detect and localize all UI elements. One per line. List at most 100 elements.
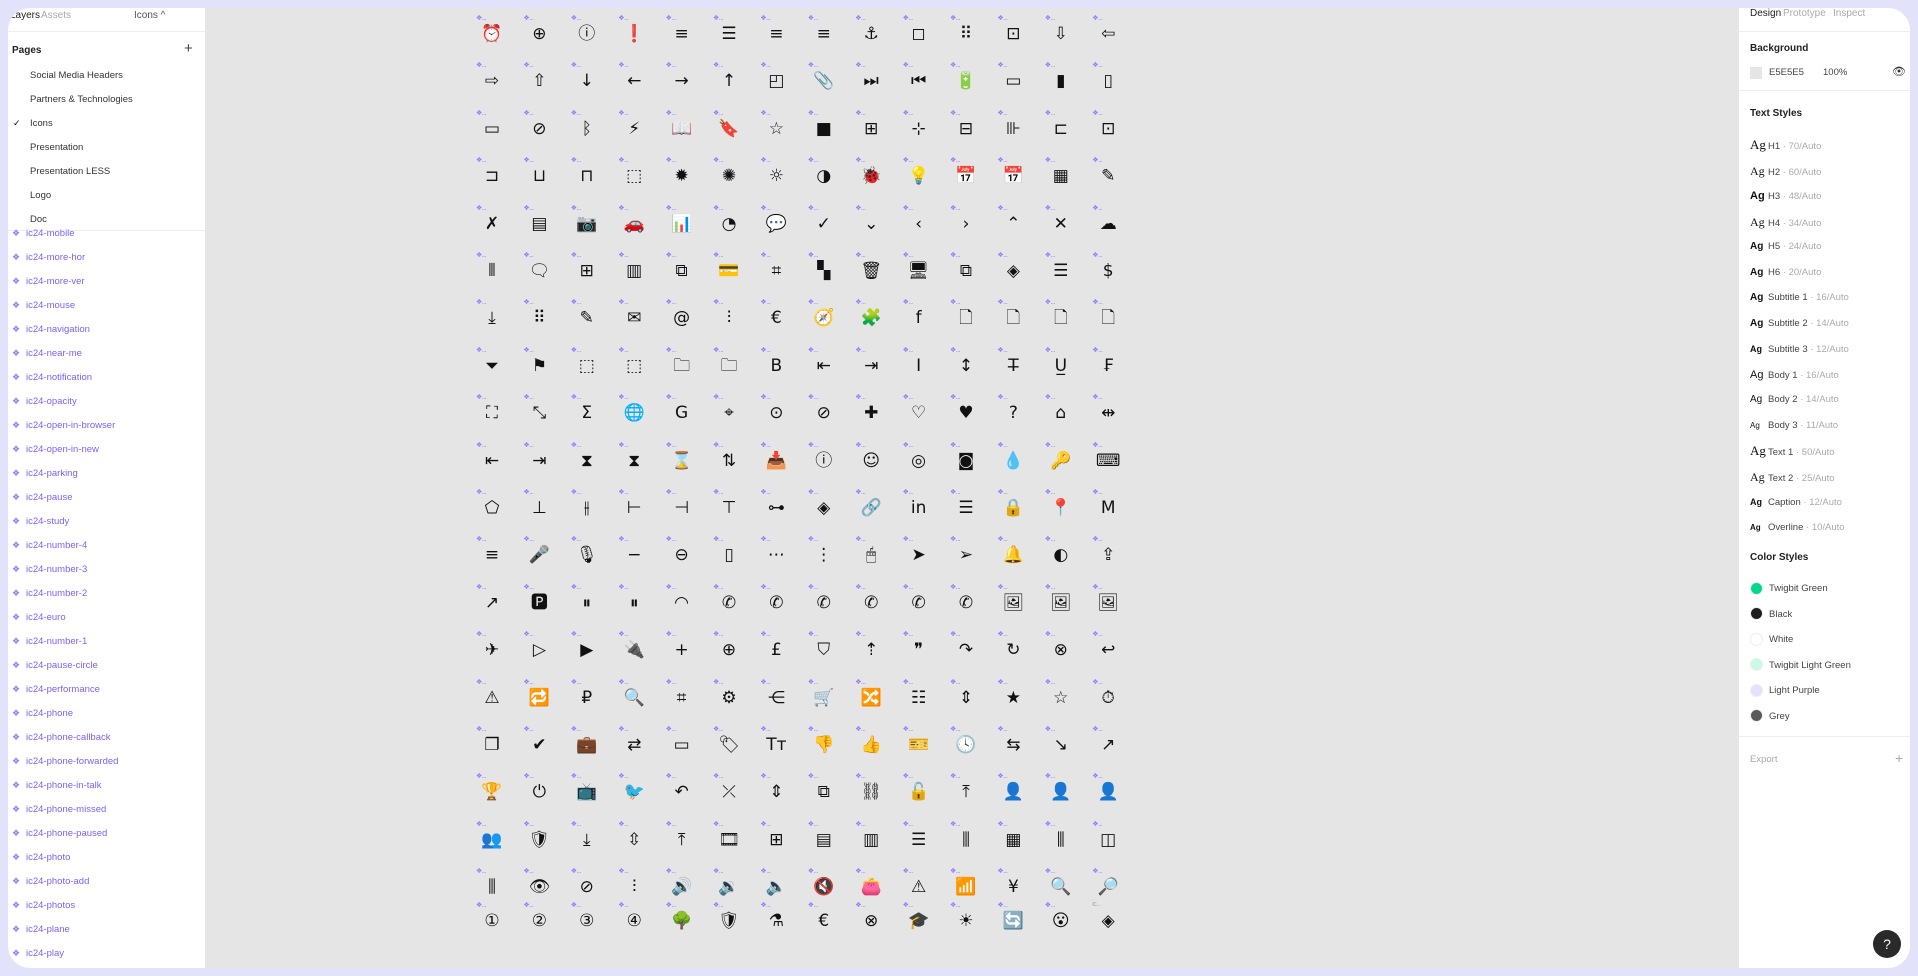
help-button[interactable]: ? bbox=[1873, 930, 1901, 958]
icon-bolt[interactable]: ❖... ⚡ bbox=[614, 109, 654, 153]
icon-number-3[interactable]: ❖... ③ bbox=[567, 901, 607, 945]
icon-battery-charging[interactable]: ❖... 🔋 bbox=[946, 61, 986, 105]
icon-view-column[interactable]: ❖... ◫ bbox=[1088, 820, 1128, 864]
icon-shuffle[interactable]: ❖... 🔀 bbox=[851, 678, 891, 722]
page-item[interactable]: Logo bbox=[30, 190, 51, 201]
icon-thumb-down[interactable]: ❖... 👎 bbox=[804, 725, 844, 769]
text-style-item[interactable]: Ag H6 · 20/Auto bbox=[1750, 264, 1821, 282]
icon-video[interactable]: ❖... 🎞 bbox=[709, 820, 749, 864]
icon-key[interactable]: ❖... 🔑 bbox=[1041, 441, 1081, 485]
icon-drag[interactable]: ❖... ⠿ bbox=[519, 298, 559, 342]
icon-archive[interactable]: ❖... ⊡ bbox=[993, 14, 1033, 58]
icon-shield-tree[interactable]: ❖... 🛡 bbox=[709, 901, 749, 945]
icon-battery-low[interactable]: ❖... ▯ bbox=[1088, 61, 1128, 105]
icon-alert-filled[interactable]: ❖... ❗ bbox=[614, 14, 654, 58]
text-style-item[interactable]: Ag Body 2 · 14/Auto bbox=[1750, 391, 1839, 409]
text-style-item[interactable]: Ag Body 1 · 16/Auto bbox=[1750, 366, 1839, 384]
icon-fullscreen-exit[interactable]: ❖... ⤡ bbox=[519, 393, 559, 437]
canvas[interactable]: ❖... ⏰ ❖... ⊕ ❖... ⓘ ❖... ❗ ❖... ≡ ❖... ☰ ❖... ≡ ❖... ≡… bbox=[206, 8, 1738, 968]
icon-view-day[interactable]: ❖... ▥ bbox=[851, 820, 891, 864]
layer-item[interactable]: ❖ ic24-mouse bbox=[12, 295, 75, 315]
icon-download[interactable]: ❖... ⤓ bbox=[472, 298, 512, 342]
icon-at[interactable]: ❖... @ bbox=[662, 298, 702, 342]
icon-verified[interactable]: ❖... 🛡 bbox=[519, 820, 559, 864]
icon-view-comfy[interactable]: ❖... ▦ bbox=[993, 820, 1033, 864]
icon-check[interactable]: ❖... ✓ bbox=[804, 204, 844, 248]
icon-bluetooth[interactable]: ❖... ᛒ bbox=[567, 109, 607, 153]
color-style-item[interactable]: Twigbit Green bbox=[1750, 580, 1828, 598]
icon-phone-paused[interactable]: ❖... ✆ bbox=[946, 583, 986, 627]
icon-view-carousel[interactable]: ❖... ⫼ bbox=[946, 820, 986, 864]
icon-phone-in-talk[interactable]: ❖... ✆ bbox=[851, 583, 891, 627]
layer-item[interactable]: ❖ ic24-open-in-new bbox=[12, 439, 99, 459]
icon-apps[interactable]: ❖... ⠿ bbox=[946, 14, 986, 58]
icon-suitcase[interactable]: ❖... 💼 bbox=[567, 725, 607, 769]
icon-list[interactable]: ❖... ☰ bbox=[946, 488, 986, 532]
icon-desktop[interactable]: ❖... 🖥 bbox=[899, 251, 939, 295]
icon-alert-circle[interactable]: ❖... ⓘ bbox=[567, 14, 607, 58]
layer-item[interactable]: ❖ ic24-opacity bbox=[12, 391, 77, 411]
icon-google[interactable]: ❖... G bbox=[662, 393, 702, 437]
icon-anchor[interactable]: ❖... ⚓ bbox=[851, 14, 891, 58]
layer-item[interactable]: ❖ ic24-phone bbox=[12, 703, 73, 723]
layer-item[interactable]: ❖ ic24-more-hor bbox=[12, 247, 85, 267]
icon-play[interactable]: ❖... ▷ bbox=[519, 630, 559, 674]
icon-refresh[interactable]: ❖... ↻ bbox=[993, 630, 1033, 674]
icon-bookmark-star[interactable]: ❖... ☆ bbox=[756, 109, 796, 153]
icon-privacy[interactable]: ❖... ⛉ bbox=[804, 630, 844, 674]
icon-align-top[interactable]: ❖... ⊤ bbox=[709, 488, 749, 532]
icon-ruble[interactable]: ❖... ₽ bbox=[567, 678, 607, 722]
icon-home[interactable]: ❖... ⌂ bbox=[1041, 393, 1081, 437]
icon-location[interactable]: ❖... 📍 bbox=[1041, 488, 1081, 532]
icon-school[interactable]: ❖... 🎓 bbox=[899, 901, 939, 945]
icon-email[interactable]: ❖... ✉ bbox=[614, 298, 654, 342]
icon-thumb-up[interactable]: ❖... 👍 bbox=[851, 725, 891, 769]
background-opacity[interactable]: 100% bbox=[1823, 67, 1847, 78]
icon-skip-end[interactable]: ❖... ⏭ bbox=[851, 61, 891, 105]
icon-battery-empty[interactable]: ❖... ▭ bbox=[993, 61, 1033, 105]
icon-fullscreen[interactable]: ❖... ⛶ bbox=[472, 393, 512, 437]
layer-item[interactable]: ❖ ic24-phone-forwarded bbox=[12, 751, 118, 771]
icon-heart-filled[interactable]: ❖... ♥ bbox=[946, 393, 986, 437]
icon-brightness-low[interactable]: ❖... ◑ bbox=[804, 156, 844, 200]
tab-design[interactable]: Design bbox=[1750, 8, 1781, 19]
icon-arrow-down[interactable]: ❖... ↓ bbox=[567, 61, 607, 105]
icon-battery-half[interactable]: ❖... ▭ bbox=[472, 109, 512, 153]
icon-file-edit[interactable]: ❖... 🗋 bbox=[1041, 298, 1081, 342]
icon-open-in-new[interactable]: ❖... ↗ bbox=[472, 583, 512, 627]
icon-align-horizontal-center[interactable]: ❖... ⊶ bbox=[756, 488, 796, 532]
icon-calendar[interactable]: ❖... 📅 bbox=[946, 156, 986, 200]
icon-last-page[interactable]: ❖... ⇥ bbox=[519, 441, 559, 485]
icon-trending-down[interactable]: ❖... ↘ bbox=[1041, 725, 1081, 769]
layer-item[interactable]: ❖ ic24-euro bbox=[12, 607, 66, 627]
icon-user[interactable]: ❖... 👤 bbox=[993, 772, 1033, 816]
icon-tree[interactable]: ❖... 🌳 bbox=[662, 901, 702, 945]
icon-cart[interactable]: ❖... 🛒 bbox=[804, 678, 844, 722]
icon-photo-add[interactable]: ❖... 🖼 bbox=[1041, 583, 1081, 627]
icon-vertical-align-center[interactable]: ❖... ⇳ bbox=[614, 820, 654, 864]
icon-timer[interactable]: ❖... ⏱ bbox=[1088, 678, 1128, 722]
icon-link[interactable]: ❖... 🔗 bbox=[851, 488, 891, 532]
layer-item[interactable]: ❖ ic24-photo bbox=[12, 847, 70, 867]
text-style-item[interactable]: Ag Subtitle 1 · 16/Auto bbox=[1750, 289, 1849, 307]
icon-globe[interactable]: ❖... 🌐 bbox=[614, 393, 654, 437]
layer-item[interactable]: ❖ ic24-number-3 bbox=[12, 559, 87, 579]
icon-linkedin[interactable]: ❖... in bbox=[899, 488, 939, 532]
icon-align-right[interactable]: ❖... ≡ bbox=[804, 14, 844, 58]
icon-vertical-align-bottom[interactable]: ❖... ⤓ bbox=[567, 820, 607, 864]
icon-parking[interactable]: ❖... 🅿 bbox=[519, 583, 559, 627]
text-style-item[interactable]: Ag Text 1 · 50/Auto bbox=[1750, 442, 1835, 460]
icon-extension[interactable]: ❖... 🧩 bbox=[851, 298, 891, 342]
icon-battery-full[interactable]: ❖... ▮ bbox=[1041, 61, 1081, 105]
icon-align-justify[interactable]: ❖... ☰ bbox=[709, 14, 749, 58]
color-style-item[interactable]: Twigbit Light Green bbox=[1750, 657, 1851, 675]
icon-time[interactable]: ❖... 🕓 bbox=[946, 725, 986, 769]
tab-inspect[interactable]: Inspect bbox=[1833, 8, 1865, 19]
icon-calendar-grid[interactable]: ❖... ▦ bbox=[1041, 156, 1081, 200]
icon-unlock[interactable]: ❖... 🔓 bbox=[899, 772, 939, 816]
icon-horizontal-distribute[interactable]: ❖... ⇹ bbox=[1088, 393, 1128, 437]
text-style-item[interactable]: Ag Body 3 · 11/Auto bbox=[1750, 417, 1838, 435]
icon-join[interactable]: ❖... ◙ bbox=[946, 441, 986, 485]
layer-item[interactable]: ❖ ic24-navigation bbox=[12, 319, 90, 339]
icon-indent-increase[interactable]: ❖... ⇥ bbox=[851, 346, 891, 390]
